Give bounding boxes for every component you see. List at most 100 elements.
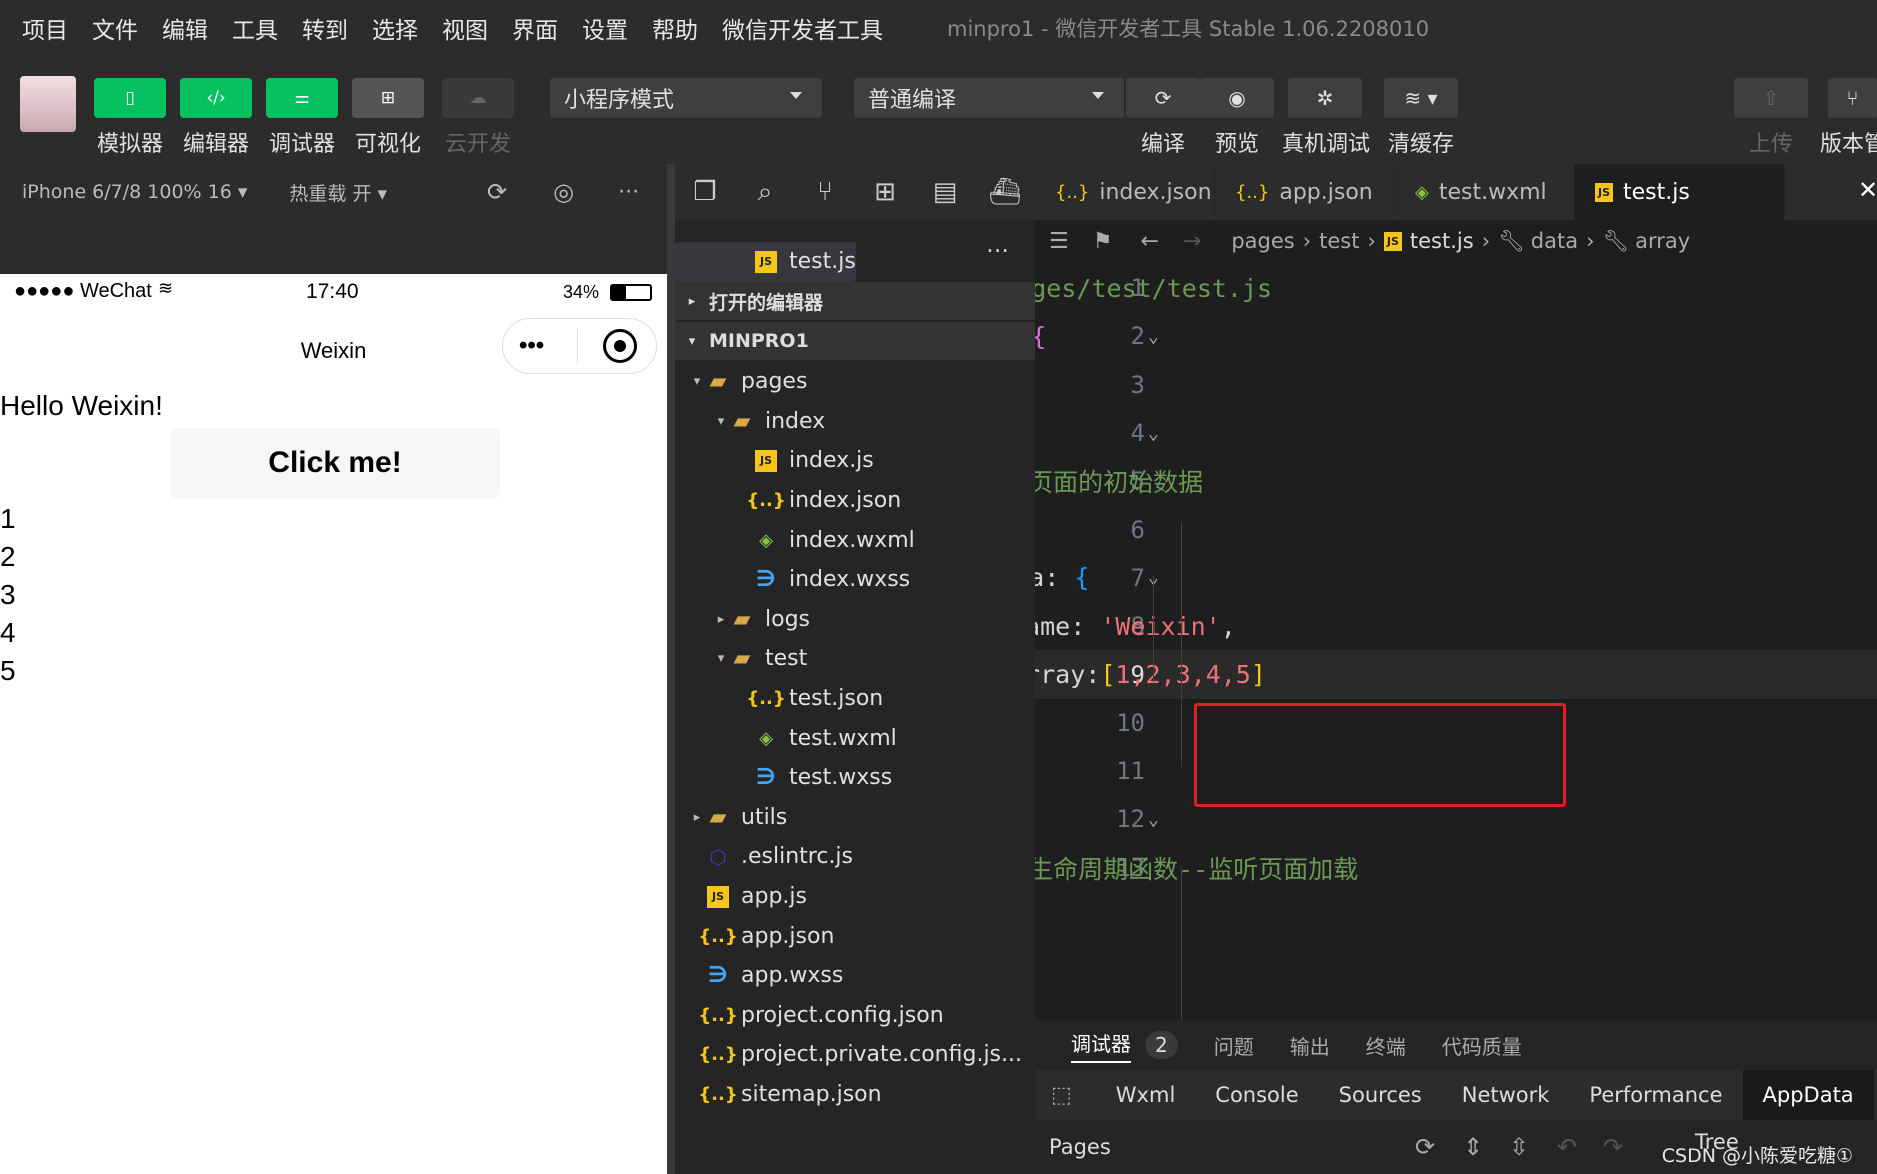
undo-icon[interactable]: ↶ [1557,1133,1577,1161]
tree-item[interactable]: {..} index.json [675,481,1035,521]
simulator-button[interactable]: ▯ [94,78,166,118]
code-line[interactable]: 5* 页面的初始数据 [1035,457,1877,505]
stop-icon[interactable]: ◎ [553,178,574,206]
breadcrumb-item[interactable]: array [1635,229,1690,253]
expand-icon[interactable]: ⇕ [1463,1133,1483,1161]
menu-settings[interactable]: 设置 [582,11,628,45]
tab-app-json[interactable]: {..} app.json [1215,164,1395,220]
tree-item[interactable]: JS index.js [675,441,1035,481]
tab-test-js[interactable]: JS test.js [1575,164,1785,220]
list-icon[interactable]: ☰ [1049,229,1069,254]
editor-button[interactable]: ‹/› [180,78,252,118]
tab-index-json[interactable]: {..} index.json [1035,164,1215,220]
code-line[interactable]: 2⌄ Page({ [1035,312,1877,360]
code-line[interactable]: 9array:[1,2,3,4,5] [1035,650,1877,699]
collapse-icon[interactable]: ⇳ [1509,1133,1529,1161]
close-tab-icon[interactable]: ✕ [1858,176,1877,204]
menu-edit[interactable]: 编辑 [162,11,208,45]
tree-item[interactable]: {..} project.private.config.js... [675,1035,1035,1075]
code-line[interactable]: 7⌄data: { [1035,554,1877,602]
hot-reload-toggle[interactable]: 热重载 开 ▾ [289,179,387,206]
more-icon[interactable]: ··· [618,180,639,205]
chevron-down-icon[interactable]: ▾ [689,374,705,389]
more-dots-icon[interactable]: ••• [519,332,544,360]
menu-help[interactable]: 帮助 [652,11,698,45]
tree-item[interactable]: ▸ ▰ logs [675,600,1035,640]
layout-icon[interactable]: ▤ [915,177,975,207]
menu-project[interactable]: 项目 [22,11,68,45]
back-arrow-icon[interactable]: ← [1140,229,1158,254]
compile-mode-select[interactable]: 普通编译 [854,78,1124,118]
code-line[interactable]: 3 [1035,361,1877,409]
tree-item[interactable]: JS app.js [675,877,1035,917]
bookmark-icon[interactable]: ⚑ [1093,229,1113,254]
tree-item[interactable]: ▾ ▰ test [675,639,1035,679]
redo-icon[interactable]: ↷ [1603,1133,1623,1161]
tree-item[interactable]: {..} app.json [675,916,1035,956]
menu-select[interactable]: 选择 [372,11,418,45]
reload-icon[interactable]: ⟳ [487,178,507,206]
chevron-down-icon[interactable]: ▾ [713,651,729,666]
preview-button[interactable]: ◉ [1200,78,1274,118]
chevron-right-icon[interactable]: ▸ [713,612,729,627]
extensions-icon[interactable]: ⊞ [855,177,915,207]
source-control-icon[interactable]: ⑂ [795,177,855,207]
refresh-icon[interactable]: ⟳ [1415,1133,1435,1161]
code-line[interactable]: 8name: 'Weixin', [1035,602,1877,650]
tab-terminal[interactable]: 终端 [1366,1031,1406,1060]
tree-item[interactable]: ∋ app.wxss [675,956,1035,996]
version-button[interactable]: ⑂ [1828,78,1877,118]
tree-item[interactable]: ▾ ▰ pages [675,362,1035,402]
menu-tools[interactable]: 工具 [232,11,278,45]
code-line[interactable]: 13* 生命周期函数--监听页面加载 [1035,844,1877,892]
devtools-tab-wxml[interactable]: Wxml [1096,1070,1195,1120]
cloud-button[interactable]: ☁ [442,78,514,118]
tree-item[interactable]: ▾ ▰ index [675,402,1035,442]
docker-icon[interactable]: ⛴ [975,177,1035,207]
device-select[interactable]: iPhone 6/7/8 100% 16 ▾ [22,181,247,203]
devtools-tab-performance[interactable]: Performance [1569,1070,1742,1120]
search-icon[interactable]: ⌕ [735,177,795,208]
close-circle-icon[interactable] [603,329,637,363]
mode-select[interactable]: 小程序模式 [550,78,822,118]
tab-issues[interactable]: 问题 [1214,1031,1254,1060]
tree-item[interactable]: {..} sitemap.json [675,1075,1035,1115]
clear-cache-button[interactable]: ≋ ▾ [1384,78,1458,118]
fold-chevron-icon[interactable]: ⌄ [1148,326,1159,347]
devtools-tab-appdata[interactable]: AppData [1742,1070,1874,1120]
debugger-button[interactable]: ⚌ [266,78,338,118]
inspect-icon[interactable]: ⬚ [1035,1083,1096,1108]
breadcrumb-item[interactable]: test [1319,229,1359,253]
menu-file[interactable]: 文件 [92,11,138,45]
tree-item[interactable]: {..} test.json [675,679,1035,719]
tree-item[interactable]: ∋ test.wxss [675,758,1035,798]
tree-item[interactable]: ⬡ .eslintrc.js [675,837,1035,877]
devtools-tab-sources[interactable]: Sources [1319,1070,1442,1120]
devtools-tab-network[interactable]: Network [1442,1070,1570,1120]
remote-debug-button[interactable]: ✲ [1288,78,1362,118]
open-editors-section[interactable]: ▸ 打开的编辑器 [675,282,1035,320]
tab-output[interactable]: 输出 [1290,1031,1330,1060]
code-editor[interactable]: 1// pages/test/test.js2⌄Page({34⌄/**5* 页… [1035,262,1877,1020]
project-section[interactable]: ▾ MINPRO1 [675,322,1035,360]
forward-arrow-icon[interactable]: → [1183,229,1201,254]
tree-item[interactable]: JS test.js [675,242,856,282]
click-me-button[interactable]: Click me! [170,428,500,498]
tab-code-quality[interactable]: 代码质量 [1442,1031,1522,1060]
tree-item[interactable]: {..} project.config.json [675,996,1035,1036]
files-icon[interactable]: ❐ [675,177,735,207]
tab-test-wxml[interactable]: ◈ test.wxml [1395,164,1575,220]
tree-item[interactable]: ▸ ▰ utils [675,798,1035,838]
menu-goto[interactable]: 转到 [302,11,348,45]
panel-divider[interactable] [667,164,675,1174]
chevron-right-icon[interactable]: ▸ [689,810,705,825]
compile-button[interactable]: ⟳ [1126,78,1200,118]
tree-item[interactable]: ∋ index.wxss [675,560,1035,600]
tree-item[interactable]: ◈ test.wxml [675,718,1035,758]
devtools-tab-console[interactable]: Console [1195,1070,1318,1120]
fold-chevron-icon[interactable]: ⌄ [1148,809,1159,830]
menu-wechat-devtools[interactable]: 微信开发者工具 [722,11,883,45]
menu-view[interactable]: 视图 [442,11,488,45]
breadcrumb-item[interactable]: pages [1231,229,1294,253]
tree-item[interactable]: ◈ index.wxml [675,520,1035,560]
